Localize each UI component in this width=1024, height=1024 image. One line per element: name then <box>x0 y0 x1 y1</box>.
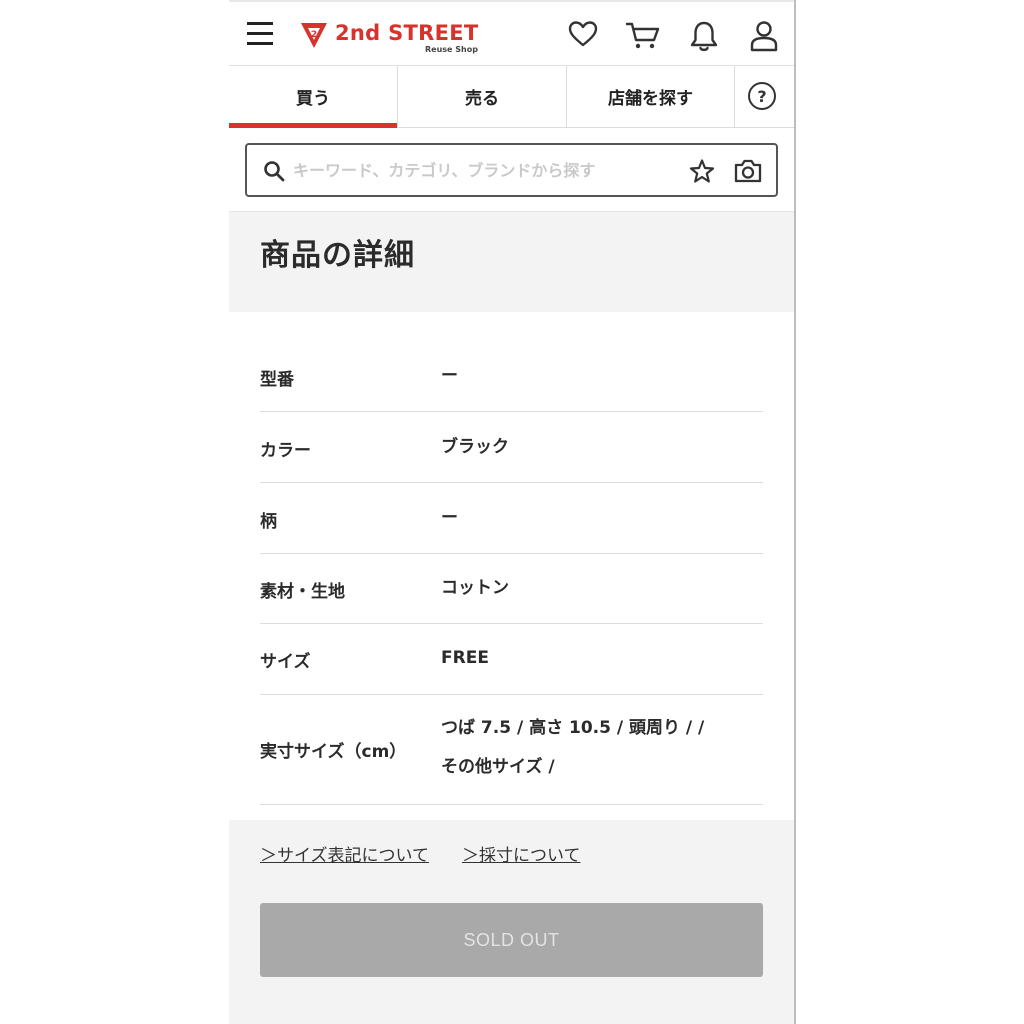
camera-icon[interactable] <box>733 157 763 185</box>
spec-row: 型番 ー <box>260 341 763 412</box>
sold-out-label: SOLD OUT <box>463 929 560 950</box>
spec-value: つば 7.5 / 高さ 10.5 / 頭周り / / <box>441 718 705 738</box>
screen: 2 2nd STREET Reuse Shop 買う 売る 店舗を探す ? キー… <box>0 0 1024 1024</box>
sold-out-button[interactable]: SOLD OUT <box>260 903 763 977</box>
footer-actions: ＞サイズ表記について ＞採寸について SOLD OUT <box>229 820 794 1024</box>
search-input[interactable] <box>293 157 673 183</box>
help-icon[interactable]: ? <box>748 82 776 110</box>
spec-label: サイズ <box>260 652 311 672</box>
mobile-page: 2 2nd STREET Reuse Shop 買う 売る 店舗を探す ? キー… <box>229 0 796 1024</box>
spec-label: 型番 <box>260 370 294 390</box>
site-header: 2 2nd STREET Reuse Shop <box>229 0 794 66</box>
spec-value: ブラック <box>441 437 509 457</box>
spec-row: カラー ブラック <box>260 412 763 483</box>
logo-text: 2nd STREET <box>335 21 479 45</box>
spec-value: ー <box>441 366 458 386</box>
tab-sell[interactable]: 売る <box>398 66 567 127</box>
cart-icon[interactable] <box>625 20 661 50</box>
spec-label: 素材・生地 <box>260 582 345 602</box>
size-notation-link[interactable]: ＞サイズ表記について <box>260 841 429 866</box>
menu-icon[interactable] <box>247 22 273 46</box>
page-title: 商品の詳細 <box>260 238 415 273</box>
spec-label: 実寸サイズ（cm） <box>260 742 407 762</box>
tab-buy-label: 買う <box>296 89 330 109</box>
search-bar <box>245 143 778 197</box>
spec-row: サイズ FREE <box>260 624 763 695</box>
spec-row: 実寸サイズ（cm） つば 7.5 / 高さ 10.5 / 頭周り / / その他… <box>260 695 763 805</box>
spec-label: 柄 <box>260 512 277 532</box>
spec-value: コットン <box>441 578 509 598</box>
user-icon[interactable] <box>749 20 779 52</box>
star-icon[interactable] <box>689 158 715 184</box>
tab-sell-label: 売る <box>465 89 499 109</box>
tab-find-store-label: 店舗を探す <box>608 89 693 109</box>
spec-value: ー <box>441 508 458 528</box>
title-section: 商品の詳細 <box>229 211 794 312</box>
main-nav: 買う 売る 店舗を探す ? <box>229 66 794 128</box>
site-logo[interactable]: 2 2nd STREET Reuse Shop <box>299 20 499 56</box>
tab-buy[interactable]: 買う <box>229 66 398 128</box>
spec-label: カラー <box>260 441 311 461</box>
svg-text:2: 2 <box>311 30 317 40</box>
bell-icon[interactable] <box>689 20 719 52</box>
heart-icon[interactable] <box>568 20 598 48</box>
spec-value: その他サイズ / <box>441 757 555 777</box>
spec-row: 素材・生地 コットン <box>260 554 763 624</box>
help-label: ? <box>757 86 767 106</box>
logo-mark-icon: 2 <box>301 23 327 48</box>
search-icon[interactable] <box>263 160 285 182</box>
tab-find-store[interactable]: 店舗を探す <box>567 66 735 127</box>
active-tab-indicator <box>229 123 397 128</box>
measurement-link[interactable]: ＞採寸について <box>462 841 581 866</box>
spec-row: 柄 ー <box>260 483 763 554</box>
logo-subtext: Reuse Shop <box>425 45 478 54</box>
spec-value: FREE <box>441 648 489 668</box>
